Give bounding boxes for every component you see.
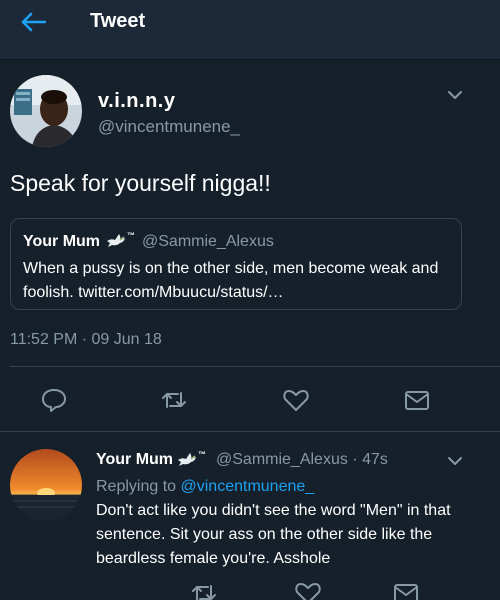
like-icon[interactable] — [294, 580, 322, 600]
quote-handle: @Sammie_Alexus — [142, 233, 274, 250]
tweet-timestamp[interactable]: 11:52 PM · 09 Jun 18 — [10, 331, 162, 349]
reply-display-name[interactable]: Your Mum — [96, 451, 173, 469]
chevron-down-icon[interactable] — [447, 456, 463, 466]
tweet-text: Speak for yourself nigga!! — [10, 170, 271, 196]
top-bar: Tweet — [0, 0, 500, 60]
trademark-badge: ™ — [127, 231, 135, 240]
author-handle[interactable]: @vincentmunene_ — [98, 117, 240, 137]
quote-text: When a pussy is on the other side, men b… — [23, 260, 439, 301]
divider — [10, 366, 500, 367]
retweet-icon[interactable] — [190, 580, 218, 600]
author-avatar[interactable] — [10, 75, 82, 147]
page-title: Tweet — [90, 10, 146, 32]
chevron-down-icon[interactable] — [447, 90, 463, 100]
share-icon[interactable] — [392, 580, 420, 600]
dove-emoji-icon — [178, 453, 196, 466]
quote-display-name: Your Mum — [23, 233, 101, 250]
author-display-name[interactable]: v.i.n.n.y — [98, 90, 175, 113]
dove-emoji-icon — [107, 234, 125, 247]
back-arrow-icon[interactable] — [20, 12, 46, 32]
divider — [0, 431, 500, 432]
trademark-badge: ™ — [198, 450, 206, 459]
reply-icon[interactable] — [40, 387, 68, 413]
like-icon[interactable] — [282, 387, 310, 413]
reply-handle-time[interactable]: @Sammie_Alexus · 47s — [216, 451, 388, 469]
replying-to: Replying to @vincentmunene_ — [96, 478, 314, 496]
replying-to-mention[interactable]: @vincentmunene_ — [181, 478, 315, 495]
reply-text: Don't act like you didn't see the word "… — [96, 502, 451, 567]
share-icon[interactable] — [403, 387, 431, 413]
quoted-tweet-card[interactable]: Your Mum ™ @Sammie_Alexus When a pussy i… — [10, 218, 462, 310]
reply-author-avatar[interactable] — [10, 449, 82, 521]
retweet-icon[interactable] — [160, 387, 188, 413]
replying-to-label: Replying to — [96, 478, 177, 495]
